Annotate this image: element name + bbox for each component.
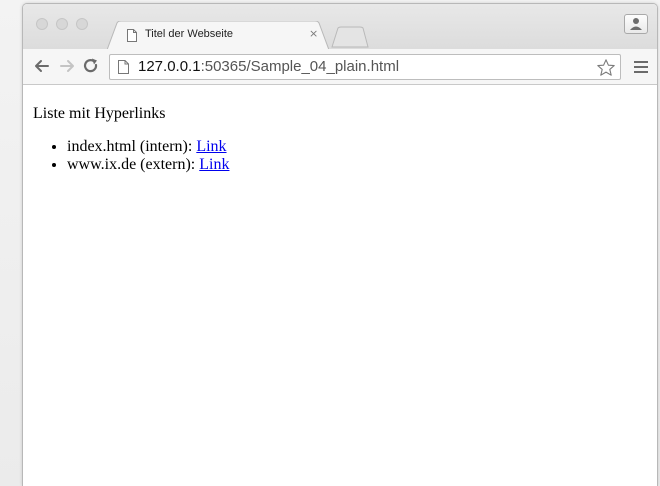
tab-close-icon[interactable]: ×: [309, 28, 318, 40]
tab-strip: Titel der Webseite ×: [23, 4, 657, 50]
list-item: index.html (intern): Link: [67, 138, 649, 156]
new-tab-button[interactable]: [328, 26, 370, 48]
hamburger-menu-icon[interactable]: [633, 59, 649, 75]
url-path: :50365/Sample_04_plain.html: [200, 58, 400, 75]
browser-window: Titel der Webseite × 127.0.0.1:50365/Sam…: [22, 3, 658, 486]
reload-icon[interactable]: [82, 57, 100, 75]
forward-arrow-icon[interactable]: [58, 57, 76, 75]
page-content: Liste mit Hyperlinks index.html (intern)…: [23, 86, 657, 486]
person-icon: [630, 18, 642, 30]
url-host: 127.0.0.1: [138, 58, 201, 75]
back-arrow-icon[interactable]: [33, 57, 51, 75]
list-item: www.ix.de (extern): Link: [67, 156, 649, 174]
profile-button[interactable]: [624, 14, 648, 34]
tab-title: Titel der Webseite: [145, 28, 234, 40]
link-list: index.html (intern): Link www.ix.de (ext…: [33, 138, 649, 174]
window-zoom-button[interactable]: [76, 18, 88, 30]
external-link[interactable]: Link: [199, 156, 229, 173]
screen: Titel der Webseite × 127.0.0.1:50365/Sam…: [0, 0, 660, 486]
item-label: www.ix.de (extern):: [67, 156, 200, 173]
page-heading: Liste mit Hyperlinks: [33, 105, 166, 122]
window-minimize-button[interactable]: [56, 18, 68, 30]
internal-link[interactable]: Link: [196, 138, 226, 155]
page-icon: [127, 29, 137, 42]
star-icon[interactable]: [596, 58, 616, 78]
window-close-button[interactable]: [36, 18, 48, 30]
item-label: index.html (intern):: [67, 138, 197, 155]
address-bar[interactable]: 127.0.0.1:50365/Sample_04_plain.html: [109, 54, 621, 80]
page-icon: [118, 60, 129, 74]
url-text[interactable]: 127.0.0.1:50365/Sample_04_plain.html: [138, 58, 399, 75]
toolbar: 127.0.0.1:50365/Sample_04_plain.html: [23, 49, 657, 85]
